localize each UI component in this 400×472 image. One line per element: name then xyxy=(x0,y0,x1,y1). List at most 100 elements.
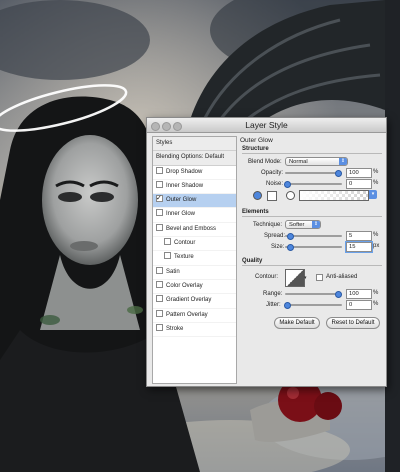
style-item-styles[interactable]: Styles xyxy=(153,137,236,152)
style-checkbox[interactable] xyxy=(156,323,163,331)
style-checkbox[interactable] xyxy=(156,166,163,174)
style-item-label: Styles xyxy=(156,140,173,146)
style-item-stroke[interactable]: Stroke xyxy=(153,323,236,338)
style-item-label: Stroke xyxy=(166,325,184,332)
noise-row: Noise: 0 % xyxy=(240,179,382,190)
outer-glow-panel: Outer Glow Structure Blend Mode: Normal … xyxy=(240,135,382,333)
spread-slider-knob[interactable] xyxy=(287,233,294,240)
range-label: Range: xyxy=(263,291,283,297)
chevron-updown-icon: ⇕ xyxy=(339,158,347,165)
style-item-label: Satin xyxy=(166,268,180,275)
size-row: Size: 15 px xyxy=(240,241,382,253)
window-controls xyxy=(151,121,184,135)
gradient-radio[interactable] xyxy=(286,191,295,200)
opacity-slider-knob[interactable] xyxy=(335,170,342,177)
range-unit: % xyxy=(373,290,379,296)
style-item-texture[interactable]: Texture xyxy=(153,251,236,266)
style-item-blending-options-default[interactable]: Blending Options: Default xyxy=(153,151,236,166)
glow-color-swatch[interactable] xyxy=(267,191,277,201)
style-item-contour[interactable]: Contour xyxy=(153,237,236,252)
jitter-slider[interactable] xyxy=(284,302,342,309)
style-item-label: Outer Glow xyxy=(166,197,197,204)
blend-mode-select[interactable]: Normal ⇕ xyxy=(285,157,348,166)
jitter-slider-knob[interactable] xyxy=(284,302,291,309)
style-item-color-overlay[interactable]: Color Overlay xyxy=(153,280,236,295)
anti-aliased-checkbox[interactable] xyxy=(316,274,323,281)
style-checkbox[interactable] xyxy=(164,238,171,246)
style-item-inner-glow[interactable]: Inner Glow xyxy=(153,208,236,223)
style-item-label: Pattern Overlay xyxy=(166,311,208,318)
style-item-gradient-overlay[interactable]: Gradient Overlay xyxy=(153,294,236,309)
contour-row: Contour: ▾ Anti-aliased xyxy=(240,269,382,289)
style-item-label: Inner Glow xyxy=(166,211,196,218)
noise-unit: % xyxy=(373,180,379,186)
style-item-label: Bevel and Emboss xyxy=(166,225,217,232)
opacity-input[interactable]: 100 xyxy=(346,168,372,178)
style-checkbox[interactable] xyxy=(164,252,171,260)
style-item-label: Gradient Overlay xyxy=(166,297,212,304)
technique-select[interactable]: Softer ⇕ xyxy=(285,220,321,229)
style-item-label: Color Overlay xyxy=(166,282,203,289)
gradient-dropdown-icon[interactable]: ▾ xyxy=(369,190,377,199)
spread-row: Spread: 5 % xyxy=(240,231,382,242)
style-item-bevel-and-emboss[interactable]: Bevel and Emboss xyxy=(153,223,236,238)
style-checkbox[interactable] xyxy=(156,266,163,274)
style-item-pattern-overlay[interactable]: Pattern Overlay xyxy=(153,309,236,323)
zoom-window-button[interactable] xyxy=(173,122,182,131)
spread-slider[interactable] xyxy=(285,233,342,240)
chevron-updown-icon: ⇕ xyxy=(312,221,320,228)
jitter-input[interactable]: 0 xyxy=(346,300,372,310)
blend-mode-value: Normal xyxy=(289,159,308,165)
solid-color-radio[interactable] xyxy=(253,191,262,200)
noise-input[interactable]: 0 xyxy=(346,179,372,189)
panel-title: Outer Glow xyxy=(240,137,273,144)
opacity-slider[interactable] xyxy=(285,170,342,177)
style-item-label: Blending Options: Default xyxy=(156,154,225,161)
style-item-drop-shadow[interactable]: Drop Shadow xyxy=(153,166,236,180)
size-input[interactable]: 15 xyxy=(345,241,373,253)
noise-slider-knob[interactable] xyxy=(284,181,291,188)
noise-label: Noise: xyxy=(266,181,284,187)
style-checkbox[interactable] xyxy=(156,223,163,231)
range-slider-knob[interactable] xyxy=(335,291,342,298)
range-slider[interactable] xyxy=(285,291,342,298)
styles-list: Styles Blending Options: Default Drop Shad… xyxy=(152,136,237,384)
gradient-picker[interactable] xyxy=(299,190,369,201)
style-item-satin[interactable]: Satin xyxy=(153,266,236,280)
contour-label: Contour: xyxy=(255,274,279,280)
style-checkbox[interactable] xyxy=(156,192,163,205)
dialog-titlebar[interactable]: Layer Style xyxy=(147,118,386,133)
style-checkbox[interactable] xyxy=(156,280,163,288)
layer-style-dialog: Layer Style Styles Blending Options: Defa… xyxy=(146,117,387,387)
style-item-outer-glow[interactable]: Outer Glow xyxy=(153,192,236,209)
close-window-button[interactable] xyxy=(151,122,160,131)
style-item-label: Contour xyxy=(174,240,196,247)
style-item-inner-shadow[interactable]: Inner Shadow xyxy=(153,180,236,195)
technique-label: Technique: xyxy=(253,222,283,228)
blend-mode-label: Blend Mode: xyxy=(248,159,282,165)
style-checkbox[interactable] xyxy=(156,180,163,188)
opacity-unit: % xyxy=(373,169,379,175)
spread-input[interactable]: 5 xyxy=(346,231,372,241)
style-checkbox[interactable] xyxy=(156,295,163,303)
size-slider[interactable] xyxy=(285,244,342,251)
noise-slider[interactable] xyxy=(284,181,342,188)
technique-value: Softer xyxy=(289,222,305,228)
reset-to-default-button[interactable]: Reset to Default xyxy=(326,317,380,329)
minimize-window-button[interactable] xyxy=(162,122,171,131)
jitter-row: Jitter: 0 % xyxy=(240,300,382,311)
style-checkbox[interactable] xyxy=(156,309,163,317)
size-slider-knob[interactable] xyxy=(287,244,294,251)
blend-mode-row: Blend Mode: Normal ⇕ xyxy=(240,157,382,168)
size-unit: px xyxy=(373,243,380,249)
jitter-label: Jitter: xyxy=(266,302,281,308)
chevron-down-icon[interactable]: ▾ xyxy=(304,275,307,281)
range-input[interactable]: 100 xyxy=(346,289,372,299)
glow-color-row: ▾ xyxy=(240,190,382,204)
contour-preview[interactable] xyxy=(285,269,305,287)
make-default-button[interactable]: Make Default xyxy=(274,317,320,329)
style-item-label: Inner Shadow xyxy=(166,182,204,189)
style-checkbox[interactable] xyxy=(156,209,163,217)
range-row: Range: 100 % xyxy=(240,289,382,300)
elements-section-title: Elements xyxy=(242,209,382,217)
